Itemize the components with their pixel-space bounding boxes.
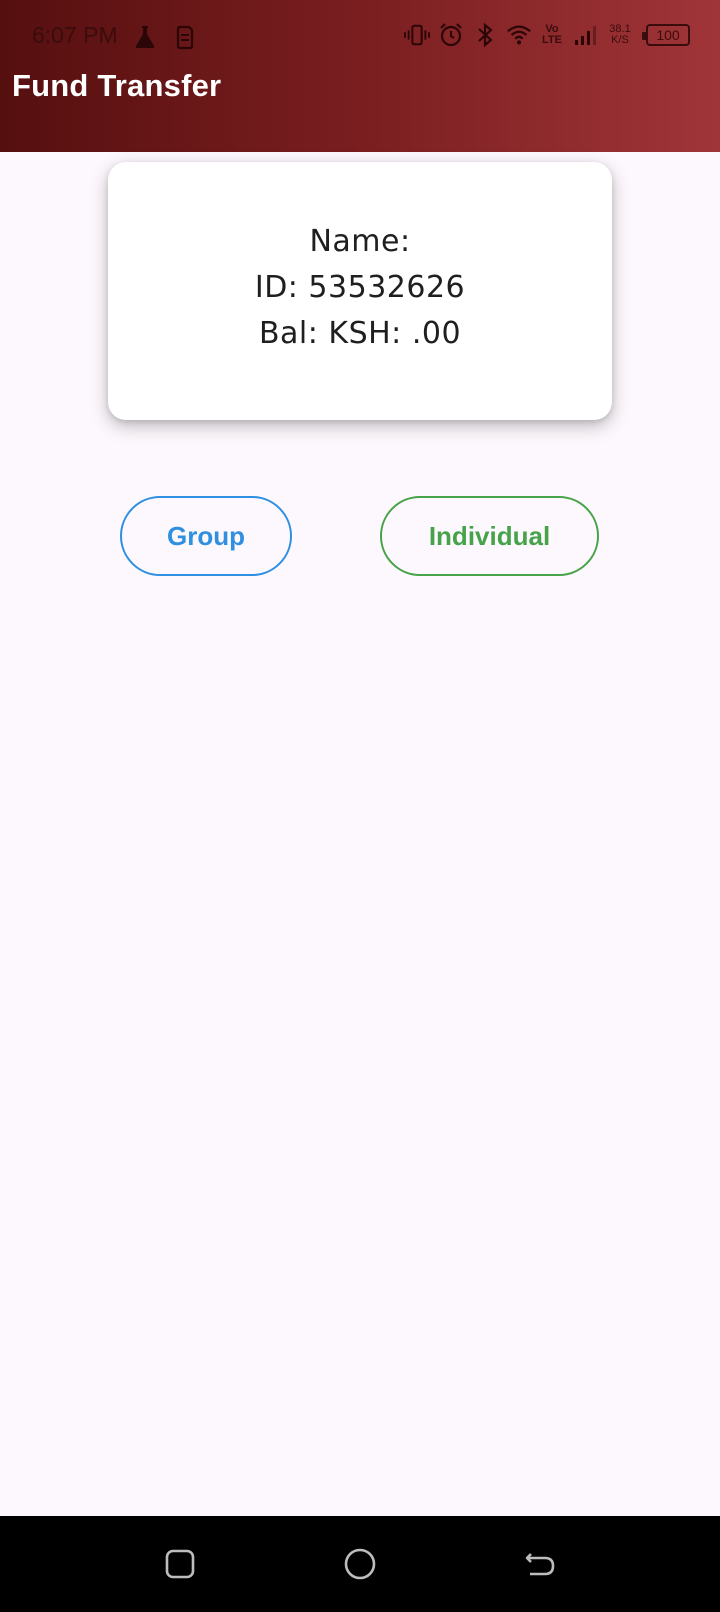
net-speed-unit: K/S — [611, 34, 629, 46]
status-right-icons: Vo LTE 38.1 K/S 100 — [404, 20, 690, 50]
sim-icon — [172, 22, 198, 52]
recents-button[interactable] — [160, 1544, 200, 1584]
status-time: 6:07 PM — [32, 22, 118, 48]
page-title: Fund Transfer — [12, 68, 222, 103]
system-nav-bar — [0, 1516, 720, 1612]
battery-icon: 100 — [642, 24, 690, 46]
status-left-icons — [132, 22, 198, 52]
home-button[interactable] — [340, 1544, 380, 1584]
individual-button[interactable]: Individual — [380, 496, 599, 576]
signal-icon — [572, 20, 598, 50]
recents-icon — [165, 1549, 195, 1579]
wifi-icon — [506, 20, 532, 50]
volte-bottom-label: LTE — [542, 34, 562, 46]
bluetooth-icon — [472, 20, 498, 50]
vibrate-icon — [404, 20, 430, 50]
fund-transfer-screen: 6:07 PM Vo LTE 38.1 K/S 100 Fund Transfe… — [0, 0, 720, 1612]
back-icon — [525, 1553, 555, 1576]
back-button[interactable] — [520, 1544, 560, 1584]
home-icon — [344, 1548, 376, 1580]
battery-level: 100 — [656, 27, 680, 43]
flask-icon — [132, 22, 158, 52]
volte-icon: Vo LTE — [540, 24, 564, 46]
header: 6:07 PM Vo LTE 38.1 K/S 100 Fund Transfe… — [0, 0, 720, 152]
account-info-card: Name: ID: 53532626 Bal: KSH: .00 — [108, 162, 612, 420]
alarm-icon — [438, 20, 464, 50]
account-id: ID: 53532626 — [254, 270, 466, 305]
status-bar: 6:07 PM Vo LTE 38.1 K/S 100 — [0, 0, 720, 72]
group-button[interactable]: Group — [120, 496, 292, 576]
account-balance: Bal: KSH: .00 — [258, 316, 462, 351]
account-name: Name: — [309, 224, 411, 259]
net-speed: 38.1 K/S — [606, 24, 634, 46]
